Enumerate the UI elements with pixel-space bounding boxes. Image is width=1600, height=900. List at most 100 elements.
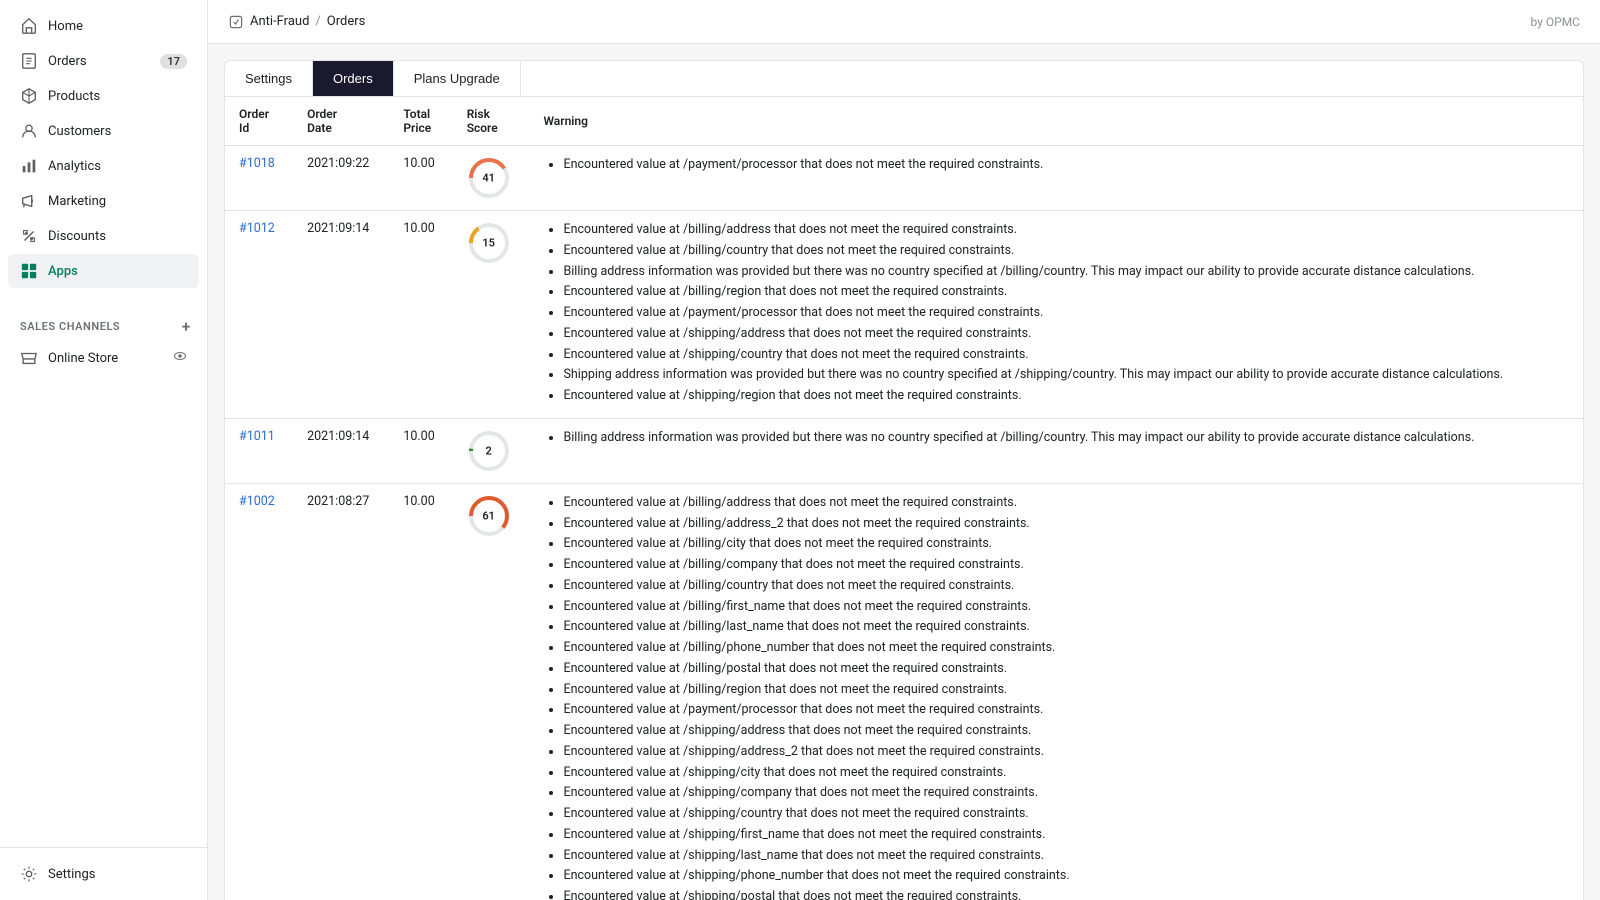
sidebar-item-marketing[interactable]: Marketing [8,184,199,218]
analytics-icon [20,157,38,175]
cell-risk-score: 61 [453,483,530,900]
sidebar-item-label-customers: Customers [48,124,111,139]
risk-score-circle: 61 [467,494,511,538]
sales-channels-label: SALES CHANNELS [20,320,120,333]
sidebar-item-label-products: Products [48,89,100,104]
sidebar-item-label-marketing: Marketing [48,194,106,209]
warning-item: Encountered value at /billing/company th… [563,556,1569,575]
sidebar-item-apps[interactable]: Apps [8,254,199,288]
customers-icon [20,122,38,140]
cell-risk-score: 15 [453,211,530,419]
apps-icon [20,262,38,280]
settings-label: Settings [48,867,95,882]
warning-item: Shipping address information was provide… [563,366,1569,385]
warning-item: Encountered value at /billing/address th… [563,221,1569,240]
col-header-order-id: OrderId [225,97,293,146]
sidebar-item-products[interactable]: Products [8,79,199,113]
col-header-risk-score: RiskScore [453,97,530,146]
warning-item: Encountered value at /billing/city that … [563,535,1569,554]
sales-channels-section: SALES CHANNELS + [0,305,207,340]
cell-order-id: #1002 [225,483,293,900]
sidebar-item-settings[interactable]: Settings [8,857,199,891]
cell-total-price: 10.00 [389,418,452,483]
orders-table-container: OrderId OrderDate TotalPrice RiskScore W… [224,97,1584,900]
online-store-label: Online Store [48,351,118,366]
risk-score-value: 41 [482,172,495,185]
anti-fraud-icon [228,14,244,30]
warning-item: Encountered value at /billing/phone_numb… [563,639,1569,658]
cell-order-date: 2021:09:14 [293,211,389,419]
orders-badge: 17 [160,54,187,69]
table-row: #10122021:09:1410.00 15 Encountered valu… [225,211,1583,419]
content-area: Settings Orders Plans Upgrade OrderId Or… [208,44,1600,900]
cell-risk-score: 2 [453,418,530,483]
order-id-link[interactable]: #1012 [239,221,275,236]
by-opmc-label: by OPMC [1531,15,1580,29]
cell-warnings: Encountered value at /payment/processor … [529,146,1583,211]
warning-item: Encountered value at /payment/processor … [563,701,1569,720]
warning-item: Encountered value at /shipping/company t… [563,784,1569,803]
warning-item: Encountered value at /billing/address_2 … [563,515,1569,534]
warning-item: Encountered value at /billing/address th… [563,494,1569,513]
home-icon [20,17,38,35]
cell-warnings: Encountered value at /billing/address th… [529,211,1583,419]
cell-order-date: 2021:08:27 [293,483,389,900]
sidebar-item-label-apps: Apps [48,264,78,279]
risk-score-value: 61 [482,509,495,522]
cell-order-id: #1012 [225,211,293,419]
warning-item: Encountered value at /shipping/address t… [563,722,1569,741]
col-header-order-date: OrderDate [293,97,389,146]
warning-item: Encountered value at /shipping/phone_num… [563,867,1569,886]
col-header-warning: Warning [529,97,1583,146]
warning-item: Encountered value at /billing/postal tha… [563,660,1569,679]
order-id-link[interactable]: #1018 [239,156,275,171]
orders-table: OrderId OrderDate TotalPrice RiskScore W… [225,97,1583,900]
risk-score-circle: 41 [467,156,511,200]
add-sales-channel-button[interactable]: + [182,317,191,336]
cell-order-id: #1011 [225,418,293,483]
topbar: Anti-Fraud / Orders by OPMC [208,0,1600,44]
sidebar-item-analytics[interactable]: Analytics [8,149,199,183]
risk-score-value: 15 [482,237,495,250]
table-row: #1018 2021:09:2210.00 41 Encountered valu… [225,146,1583,211]
order-id-link[interactable]: #1002 [239,494,275,509]
sidebar-item-label-home: Home [48,19,83,34]
tab-bar: Settings Orders Plans Upgrade [224,60,1584,97]
tab-plans-upgrade[interactable]: Plans Upgrade [394,61,521,96]
sidebar-item-orders[interactable]: Orders 17 [8,44,199,78]
tab-orders[interactable]: Orders [313,61,394,96]
warning-item: Encountered value at /shipping/postal th… [563,888,1569,900]
breadcrumb: Anti-Fraud / Orders [228,14,365,30]
risk-score-value: 2 [486,444,492,457]
risk-score-circle: 15 [467,221,511,265]
table-header: OrderId OrderDate TotalPrice RiskScore W… [225,97,1583,146]
col-header-total-price: TotalPrice [389,97,452,146]
table-row: #10112021:09:1410.00 2 Billing address i… [225,418,1583,483]
warning-item: Encountered value at /shipping/address_2… [563,743,1569,762]
breadcrumb-separator: / [315,14,320,29]
warning-item: Encountered value at /shipping/city that… [563,764,1569,783]
cell-order-date: 2021:09:14 [293,418,389,483]
warning-item: Encountered value at /billing/first_name… [563,598,1569,617]
sidebar-item-home[interactable]: Home [8,9,199,43]
online-store-eye-icon[interactable] [173,349,187,367]
table-row: #1002 2021:08:2710.00 61 Encountered valu… [225,483,1583,900]
warning-item: Encountered value at /payment/processor … [563,156,1569,175]
sidebar-item-discounts[interactable]: Discounts [8,219,199,253]
sidebar-item-label-orders: Orders [48,54,87,69]
cell-total-price: 10.00 [389,146,452,211]
warning-item: Encountered value at /shipping/region th… [563,387,1569,406]
cell-order-date: 2021:09:22 [293,146,389,211]
tab-settings[interactable]: Settings [225,61,313,96]
sidebar-item-label-discounts: Discounts [48,229,106,244]
order-id-link[interactable]: #1011 [239,429,275,444]
sidebar: Home Orders 17 Products Customers [0,0,208,900]
sidebar-item-online-store[interactable]: Online Store [8,341,199,375]
settings-icon [20,865,38,883]
cell-warnings: Encountered value at /billing/address th… [529,483,1583,900]
warning-item: Encountered value at /shipping/country t… [563,346,1569,365]
discounts-icon [20,227,38,245]
sidebar-item-customers[interactable]: Customers [8,114,199,148]
cell-risk-score: 41 [453,146,530,211]
cell-total-price: 10.00 [389,483,452,900]
